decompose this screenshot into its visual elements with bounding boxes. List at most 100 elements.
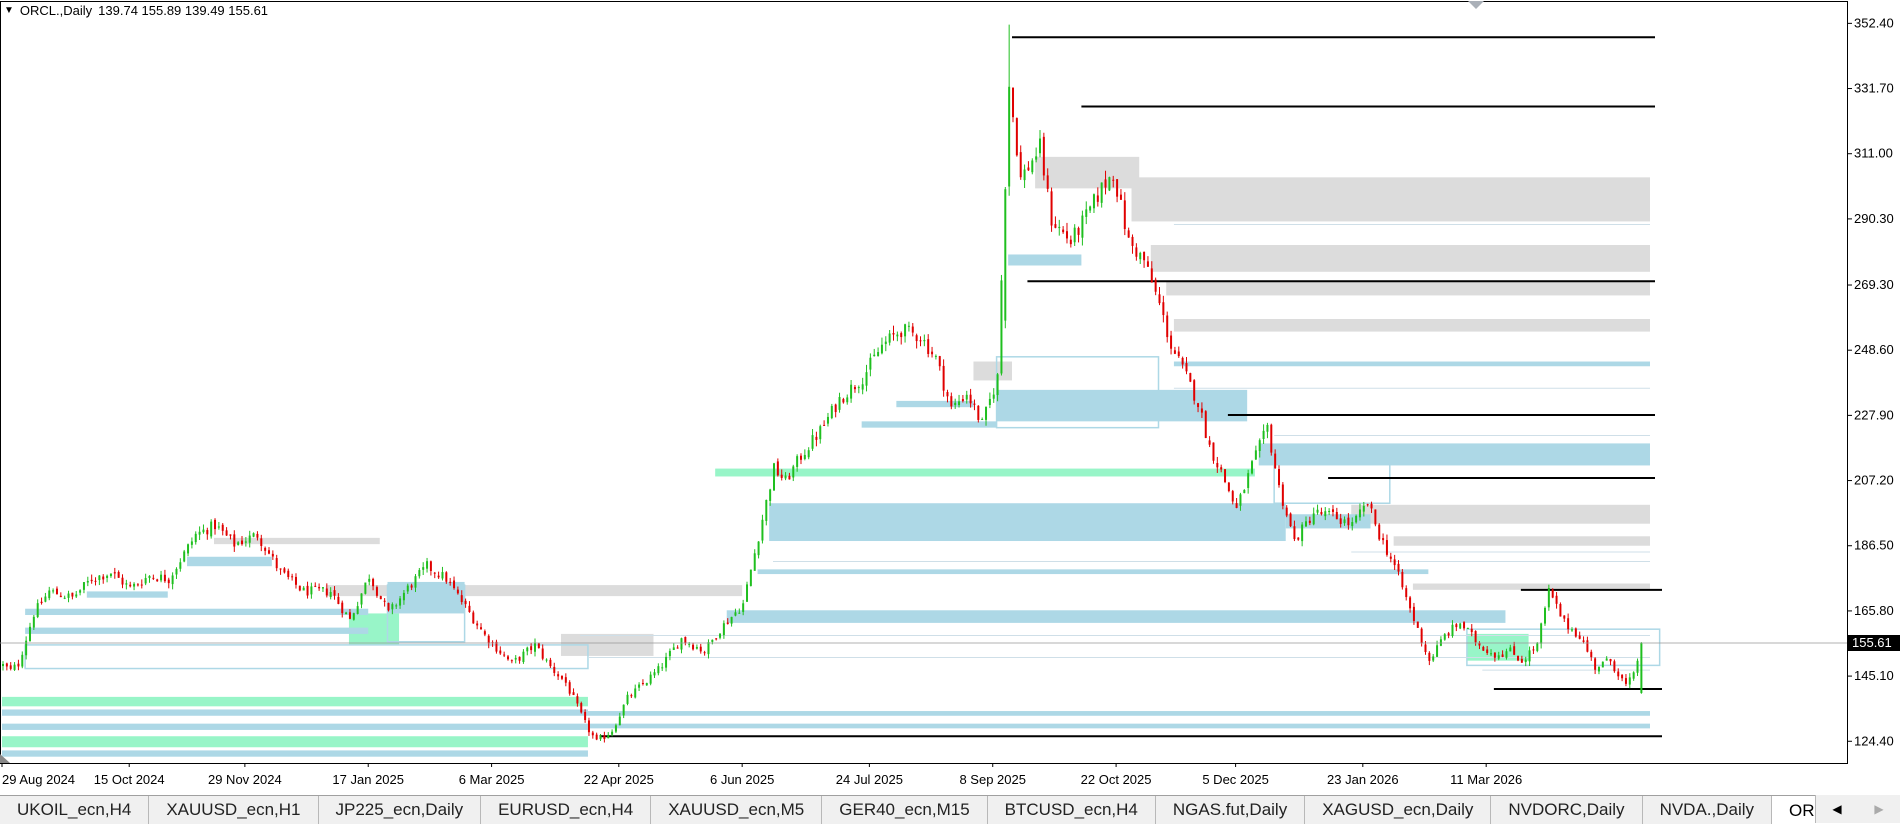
candle-body-405 <box>1563 615 1566 619</box>
candle-body-137 <box>530 646 533 651</box>
candle-body-182 <box>703 652 706 654</box>
tab-nvdorc-daily[interactable]: NVDORC,Daily <box>1491 796 1643 824</box>
candle-body-193 <box>746 584 749 602</box>
candle-body-265 <box>1023 169 1026 181</box>
candle-body-190 <box>734 612 737 616</box>
y-tick-label-0: 352.40 <box>1854 15 1894 30</box>
candle-body-25 <box>98 575 101 581</box>
candle-body-323 <box>1247 473 1250 488</box>
candle-body-46 <box>179 562 182 569</box>
candle-body-52 <box>202 529 205 533</box>
candle-body-60 <box>233 534 236 547</box>
candle-body-246 <box>950 396 953 407</box>
candle-body-161 <box>622 704 625 716</box>
tab-nvda-daily[interactable]: NVDA.,Daily <box>1643 796 1773 824</box>
zone-grey-6 <box>1351 504 1650 524</box>
candle-body-261 <box>1008 86 1011 187</box>
zone-grey-1 <box>1150 245 1650 272</box>
candle-body-325 <box>1254 450 1257 460</box>
candle-body-398 <box>1536 643 1539 651</box>
tab-xauusd-ecn-m5[interactable]: XAUUSD_ecn,M5 <box>651 796 823 824</box>
candle-body-117 <box>453 580 456 589</box>
candle-body-206 <box>796 456 799 467</box>
candle-body-169 <box>653 672 656 676</box>
candle-body-176 <box>680 638 683 650</box>
candle-body-403 <box>1555 595 1558 604</box>
candle-body-391 <box>1509 647 1512 652</box>
candle-body-413 <box>1594 658 1597 670</box>
candle-body-320 <box>1235 503 1238 508</box>
candle-body-362 <box>1397 563 1400 572</box>
candle-body-375 <box>1447 633 1450 636</box>
candle-body-230 <box>888 333 891 343</box>
candle-body-69 <box>267 550 270 554</box>
candle-body-10 <box>40 601 43 604</box>
candle-body-244 <box>942 365 945 391</box>
candle-body-26 <box>102 576 105 580</box>
candle-body-9 <box>36 603 39 617</box>
zone-grey-7 <box>1393 536 1650 546</box>
candle-body-315 <box>1216 462 1219 468</box>
chart-tab-bar: UKOIL_ecn,H4 XAUUSD_ecn,H1 JP225_ecn,Daily… <box>0 795 1900 824</box>
candle-body-109 <box>422 567 425 570</box>
candle-body-58 <box>225 530 228 536</box>
plot-frame <box>0 1 1848 764</box>
price-chart[interactable]: 352.40 331.70 311.00 290.30 269.30 248.60 227.… <box>0 0 1900 793</box>
candle-body-334 <box>1289 513 1292 527</box>
dropdown-triangle-icon[interactable]: ▼ <box>4 5 14 16</box>
candle-body-65 <box>252 533 255 537</box>
candle-body-110 <box>426 561 429 569</box>
chart-area[interactable]: 352.40 331.70 311.00 290.30 269.30 248.60 227.… <box>0 0 1900 793</box>
candle-body-314 <box>1212 442 1215 461</box>
candle-body-298 <box>1150 268 1153 283</box>
candle-body-308 <box>1189 373 1192 382</box>
x-tick-label-6: 6 Jun 2025 <box>710 772 774 787</box>
candle-body-220 <box>850 384 853 399</box>
candle-body-36 <box>140 584 143 586</box>
candle-body-154 <box>595 734 598 740</box>
candle-body-331 <box>1278 468 1281 486</box>
candle-body-336 <box>1297 537 1300 540</box>
candle-body-337 <box>1301 524 1304 542</box>
candle-body-83 <box>321 587 324 589</box>
candle-body-300 <box>1158 294 1161 304</box>
tab-xauusd-ecn-h1[interactable]: XAUUSD_ecn,H1 <box>149 796 319 824</box>
candle-body-178 <box>688 643 691 645</box>
tab-btcusd-ecn-h4[interactable]: BTCUSD_ecn,H4 <box>988 796 1156 824</box>
candle-body-79 <box>306 585 309 596</box>
tab-ger40-ecn-m15[interactable]: GER40_ecn,M15 <box>822 796 988 824</box>
candle-body-425 <box>1640 643 1643 693</box>
candle-body-138 <box>533 642 536 652</box>
candle-body-72 <box>279 568 282 570</box>
candle-body-122 <box>472 612 475 624</box>
tab-eurusd-ecn-h4[interactable]: EURUSD_ecn,H4 <box>481 796 652 824</box>
candle-body-277 <box>1069 239 1072 245</box>
x-tick-label-5: 22 Apr 2025 <box>584 772 654 787</box>
symbol-label: ORCL.,Daily <box>19 3 93 18</box>
tab-ukoil-ecn-h4[interactable]: UKOIL_ecn,H4 <box>0 796 150 824</box>
x-tick-label-12: 11 Mar 2026 <box>1450 772 1522 787</box>
scroll-left-icon[interactable]: ◀ <box>1816 795 1858 823</box>
candle-body-187 <box>722 623 725 636</box>
tab-jp225-ecn-daily[interactable]: JP225_ecn,Daily <box>319 796 482 824</box>
candle-body-57 <box>221 524 224 531</box>
candle-body-296 <box>1143 251 1146 261</box>
zone-blue-29 <box>25 627 369 634</box>
candle-body-372 <box>1436 645 1439 657</box>
candle-body-374 <box>1443 634 1446 640</box>
candle-body-177 <box>684 636 687 643</box>
candle-body-385 <box>1486 649 1489 653</box>
candle-body-288 <box>1112 179 1115 181</box>
candle-body-368 <box>1420 628 1423 644</box>
candle-body-309 <box>1193 380 1196 401</box>
candle-body-329 <box>1270 424 1273 453</box>
tab-ngas-fut-daily[interactable]: NGAS.fut,Daily <box>1156 796 1306 824</box>
tab-xagusd-ecn-daily[interactable]: XAGUSD_ecn,Daily <box>1305 796 1492 824</box>
candle-body-267 <box>1031 160 1034 173</box>
candle-body-217 <box>838 397 841 410</box>
scroll-right-icon[interactable]: ▶ <box>1858 795 1900 823</box>
candle-body-410 <box>1582 640 1585 642</box>
candle-body-421 <box>1624 678 1627 684</box>
candle-body-326 <box>1258 440 1261 451</box>
candle-body-31 <box>121 577 124 585</box>
